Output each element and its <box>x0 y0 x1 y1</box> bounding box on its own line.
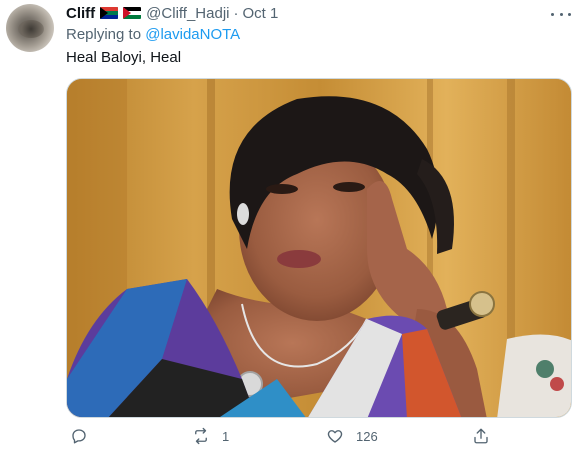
tweet[interactable]: Cliff @Cliff_Hadji · Oct 1 Replying to @… <box>0 0 580 449</box>
author-name[interactable]: Cliff <box>66 5 95 22</box>
like-button[interactable]: 126 <box>326 427 378 445</box>
palestine-flag-icon <box>123 7 142 19</box>
tweet-date[interactable]: Oct 1 <box>243 5 279 22</box>
retweet-count: 1 <box>222 428 230 444</box>
retweet-button[interactable]: 1 <box>192 427 229 445</box>
south-africa-flag-icon <box>100 7 119 19</box>
photo-woman-pensive <box>67 79 571 417</box>
retweet-icon <box>195 427 207 445</box>
like-count: 126 <box>356 428 378 444</box>
reply-button[interactable] <box>70 427 100 445</box>
author-handle[interactable]: @Cliff_Hadji <box>146 5 229 22</box>
reply-icon <box>72 429 86 444</box>
replying-to-link[interactable]: @lavidaNOTA <box>145 26 240 43</box>
replying-to: Replying to @lavidaNOTA <box>66 26 240 43</box>
share-button[interactable] <box>472 427 490 445</box>
separator-dot: · <box>233 4 239 22</box>
tweet-photo[interactable] <box>66 78 572 418</box>
share-icon <box>474 428 488 444</box>
replying-to-label: Replying to <box>66 26 146 43</box>
more-options-icon[interactable] <box>551 7 571 21</box>
tweet-header: Cliff @Cliff_Hadji · Oct 1 <box>66 3 278 23</box>
tweet-text: Heal Baloyi, Heal <box>66 49 182 66</box>
heart-icon <box>327 430 343 443</box>
avatar[interactable] <box>6 4 54 52</box>
tweet-actions: 1 126 <box>66 427 572 447</box>
